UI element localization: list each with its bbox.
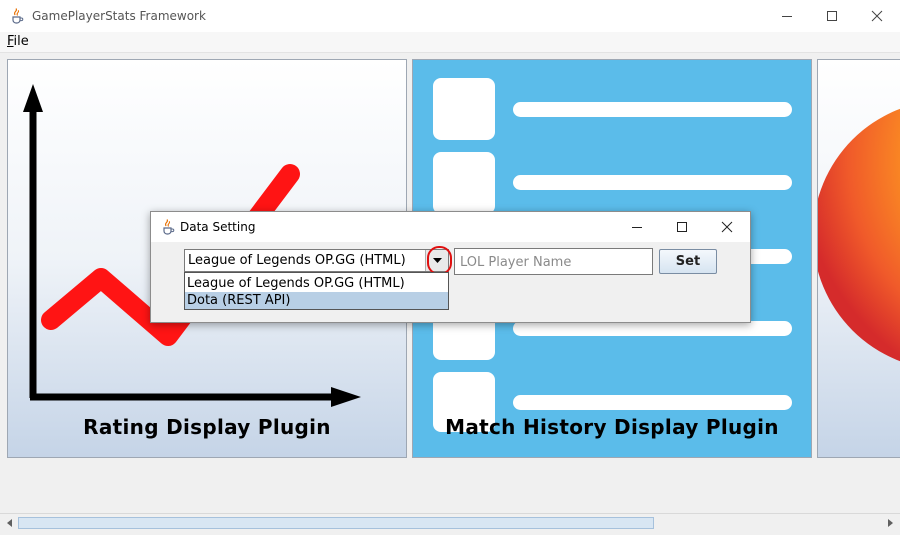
rating-plugin-label: Rating Display Plugin <box>83 415 331 439</box>
close-button[interactable] <box>854 0 900 32</box>
maximize-button[interactable] <box>809 0 855 32</box>
data-setting-dialog[interactable]: Data Setting League of Legends OP.GG (HT… <box>150 211 751 323</box>
minimize-icon <box>782 16 792 17</box>
close-icon <box>871 10 883 22</box>
dialog-minimize-button[interactable] <box>614 212 660 242</box>
minimize-button[interactable] <box>764 0 810 32</box>
scroll-right-button[interactable] <box>882 517 898 529</box>
orange-sphere-icon <box>818 108 900 362</box>
window-title: GamePlayerStats Framework <box>32 9 206 23</box>
match-history-plugin-label: Match History Display Plugin <box>445 415 779 439</box>
third-plugin-panel[interactable] <box>817 59 900 458</box>
player-name-field[interactable] <box>454 248 653 275</box>
dropdown-option[interactable]: League of Legends OP.GG (HTML) <box>185 275 448 292</box>
dialog-maximize-button[interactable] <box>659 212 705 242</box>
minimize-icon <box>632 227 642 228</box>
data-source-combobox[interactable]: League of Legends OP.GG (HTML) <box>184 249 449 272</box>
dropdown-option-highlighted[interactable]: Dota (REST API) <box>185 292 448 309</box>
java-coffee-icon <box>163 219 175 235</box>
chevron-left-icon <box>7 519 12 527</box>
menu-bar: File <box>0 32 900 53</box>
maximize-icon <box>827 11 837 21</box>
chevron-right-icon <box>888 519 893 527</box>
player-name-input[interactable] <box>458 250 652 275</box>
data-source-selected: League of Legends OP.GG (HTML) <box>188 253 406 268</box>
title-bar[interactable]: GamePlayerStats Framework <box>0 0 900 32</box>
dialog-title: Data Setting <box>180 220 256 234</box>
dialog-close-button[interactable] <box>704 212 750 242</box>
data-source-dropdown-list[interactable]: League of Legends OP.GG (HTML) Dota (RES… <box>184 272 449 310</box>
scroll-left-button[interactable] <box>2 517 18 529</box>
horizontal-scrollbar[interactable] <box>0 513 900 532</box>
dialog-title-bar[interactable]: Data Setting <box>151 212 750 242</box>
maximize-icon <box>677 222 687 232</box>
red-circle-annotation <box>427 246 452 275</box>
close-icon <box>721 221 733 233</box>
set-button[interactable]: Set <box>659 249 717 274</box>
java-coffee-icon <box>12 8 24 24</box>
scrollbar-thumb[interactable] <box>18 517 654 529</box>
menu-file[interactable]: File <box>7 34 29 49</box>
